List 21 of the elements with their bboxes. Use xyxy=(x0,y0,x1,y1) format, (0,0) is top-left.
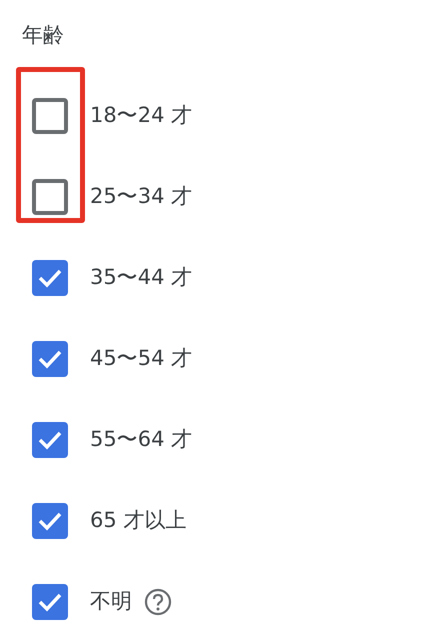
section-title: 年齢 xyxy=(22,23,64,47)
checkbox[interactable] xyxy=(32,584,68,620)
check-icon xyxy=(37,268,63,288)
check-icon xyxy=(37,592,63,612)
checkbox[interactable] xyxy=(32,502,68,538)
checkbox[interactable] xyxy=(32,422,68,458)
check-icon xyxy=(37,348,63,368)
option-label: 18〜24 才 xyxy=(90,102,192,129)
help-icon[interactable] xyxy=(144,588,172,616)
checkbox[interactable] xyxy=(32,98,68,134)
check-icon xyxy=(37,510,63,530)
option-label: 35〜44 才 xyxy=(90,264,192,291)
option-label: 25〜34 才 xyxy=(90,182,192,210)
option-label: 不明 xyxy=(90,588,132,615)
check-icon xyxy=(37,430,63,450)
checkbox[interactable] xyxy=(32,340,68,376)
checkbox[interactable] xyxy=(32,178,68,214)
option-label: 55〜64 才 xyxy=(90,426,192,453)
option-label: 65 才以上 xyxy=(90,506,186,534)
checkbox[interactable] xyxy=(32,260,68,296)
option-label: 45〜54 才 xyxy=(90,344,192,372)
